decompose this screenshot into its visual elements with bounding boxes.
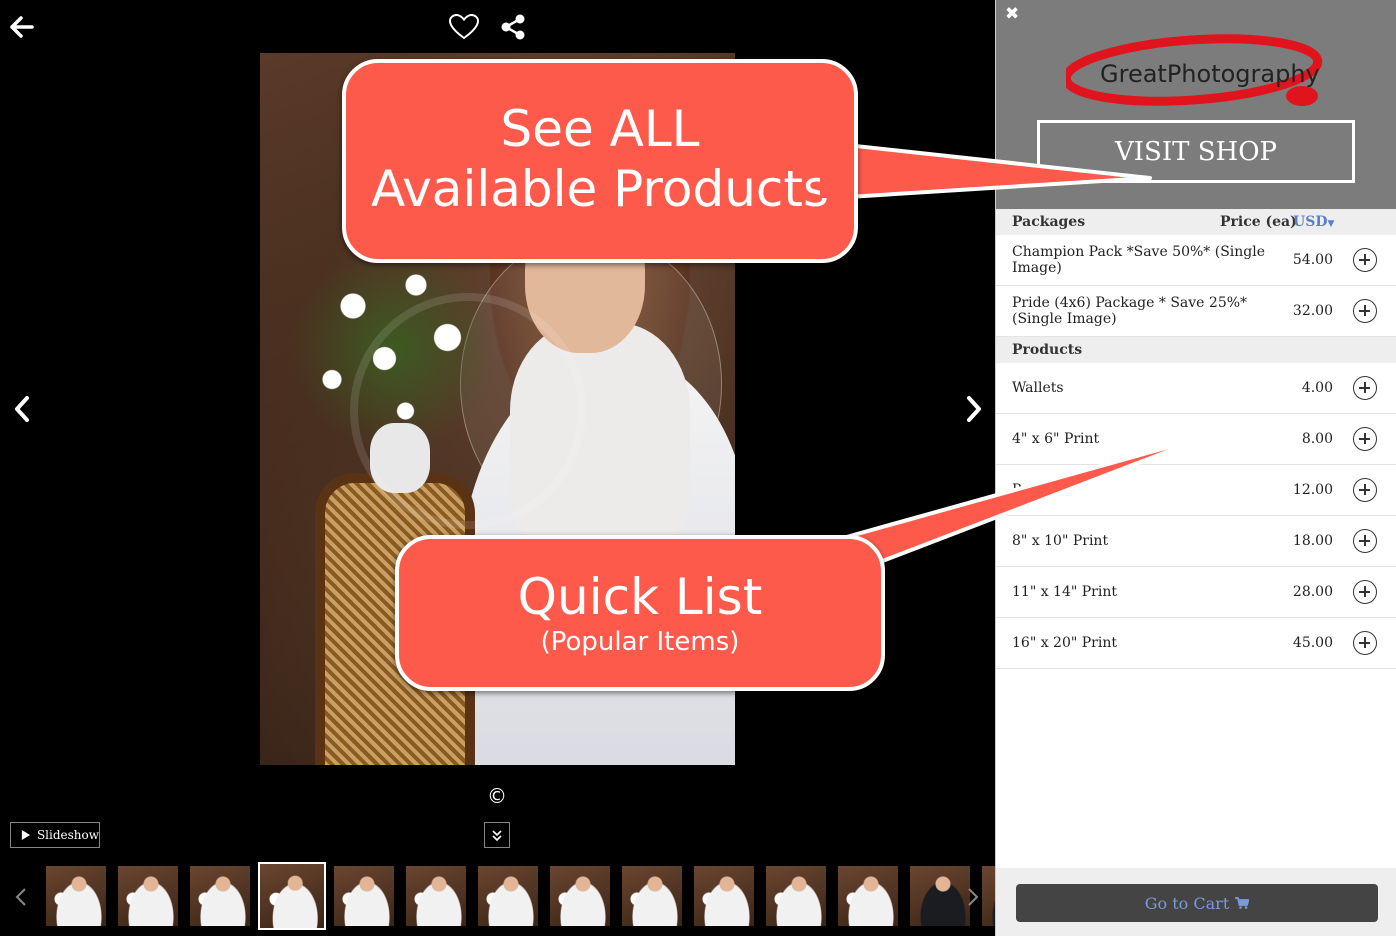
- callout-top-line1: See ALL: [500, 100, 700, 158]
- thumbnail[interactable]: [258, 862, 326, 930]
- add-circle-icon[interactable]: [1353, 529, 1377, 553]
- play-icon: [21, 830, 31, 840]
- heart-icon[interactable]: [448, 12, 480, 42]
- slideshow-button[interactable]: Slideshow: [10, 822, 100, 848]
- list-item: 16" x 20" Print 45.00: [996, 618, 1396, 669]
- svg-text:GreatPhotography: GreatPhotography: [1100, 60, 1320, 88]
- item-name: Wallets: [1012, 380, 1064, 396]
- list-item: Pride (4x6) Package * Save 25%* (Single …: [996, 286, 1396, 337]
- add-circle-icon[interactable]: [1353, 427, 1377, 451]
- list-item: 11" x 14" Print 28.00: [996, 567, 1396, 618]
- item-price: 4.00: [1301, 380, 1333, 396]
- thumbnail[interactable]: [838, 866, 898, 926]
- thumbnail[interactable]: [406, 866, 466, 926]
- thumbs-prev-icon[interactable]: [12, 884, 30, 910]
- thumbnail[interactable]: [190, 866, 250, 926]
- item-name: 4" x 6" Print: [1012, 431, 1100, 447]
- list-item: 8" x 10" Print 18.00: [996, 516, 1396, 567]
- thumbs-next-icon[interactable]: [964, 884, 982, 910]
- products-header: Products: [996, 337, 1396, 363]
- close-icon[interactable]: ✖: [1005, 4, 1019, 24]
- cart-icon: [1235, 897, 1250, 909]
- callout-all-products: See ALL Available Products: [342, 59, 858, 263]
- item-price: 54.00: [1292, 252, 1333, 268]
- add-circle-icon[interactable]: [1353, 299, 1377, 323]
- add-circle-icon[interactable]: [1353, 580, 1377, 604]
- thumbnail[interactable]: [766, 866, 826, 926]
- item-name: Pride (4x6) Package * Save 25%* (Single …: [1012, 295, 1248, 327]
- item-price: 45.00: [1292, 635, 1333, 651]
- panel-footer: Go to Cart: [996, 868, 1396, 936]
- list-item: 4" x 6" Print 8.00: [996, 414, 1396, 465]
- brand-logo: GreatPhotography: [1061, 28, 1336, 108]
- panel-header: ✖ GreatPhotography VISIT SHOP: [996, 0, 1396, 209]
- add-circle-icon[interactable]: [1353, 248, 1377, 272]
- item-price: 8.00: [1301, 431, 1333, 447]
- thumbnail[interactable]: [694, 866, 754, 926]
- list-item: Wallets 4.00: [996, 363, 1396, 414]
- item-name: Champion Pack *Save 50%* (Single Image): [1012, 244, 1266, 276]
- callout-bottom-line2: (Popular Items): [540, 627, 740, 657]
- list-item: Print 12.00: [996, 465, 1396, 516]
- add-circle-icon[interactable]: [1353, 631, 1377, 655]
- thumbnail[interactable]: [910, 866, 970, 926]
- thumbnail[interactable]: [334, 866, 394, 926]
- visit-shop-button[interactable]: VISIT SHOP: [1037, 120, 1355, 183]
- item-name: 8" x 10" Print: [1012, 533, 1109, 549]
- go-to-cart-button[interactable]: Go to Cart: [1016, 884, 1378, 922]
- packages-header: Packages Price (ea) USD▼: [996, 209, 1396, 235]
- next-photo-icon[interactable]: [962, 394, 986, 424]
- item-price: 28.00: [1292, 584, 1333, 600]
- back-arrow-icon[interactable]: [8, 14, 36, 40]
- thumbnail[interactable]: [478, 866, 538, 926]
- list-item: Champion Pack *Save 50%* (Single Image) 5…: [996, 235, 1396, 286]
- thumbnail[interactable]: [46, 866, 106, 926]
- caret-down-icon: ▼: [1327, 219, 1335, 229]
- item-name: 11" x 14" Print: [1012, 584, 1117, 600]
- item-price: 18.00: [1292, 533, 1333, 549]
- go-to-cart-label: Go to Cart: [1144, 893, 1230, 913]
- share-icon[interactable]: [498, 12, 528, 42]
- thumbnail[interactable]: [118, 866, 178, 926]
- collapse-thumbnails-button[interactable]: [484, 822, 510, 848]
- add-circle-icon[interactable]: [1353, 376, 1377, 400]
- slideshow-label: Slideshow: [36, 828, 99, 842]
- item-name: Print: [1012, 482, 1048, 498]
- item-price: 12.00: [1292, 482, 1333, 498]
- copyright-mark: ©: [487, 784, 507, 808]
- thumbnail[interactable]: [622, 866, 682, 926]
- currency-selector[interactable]: USD▼: [1293, 214, 1334, 230]
- item-price: 32.00: [1292, 303, 1333, 319]
- shopping-panel: ✖ GreatPhotography VISIT SHOP Packages P…: [995, 0, 1396, 936]
- double-chevron-down-icon: [492, 830, 502, 842]
- callout-top-line2: Available Products: [370, 160, 830, 218]
- price-header: Price (ea): [1220, 214, 1297, 230]
- thumbnail[interactable]: [550, 866, 610, 926]
- add-circle-icon[interactable]: [1353, 478, 1377, 502]
- previous-photo-icon[interactable]: [10, 394, 34, 424]
- item-name: 16" x 20" Print: [1012, 635, 1117, 651]
